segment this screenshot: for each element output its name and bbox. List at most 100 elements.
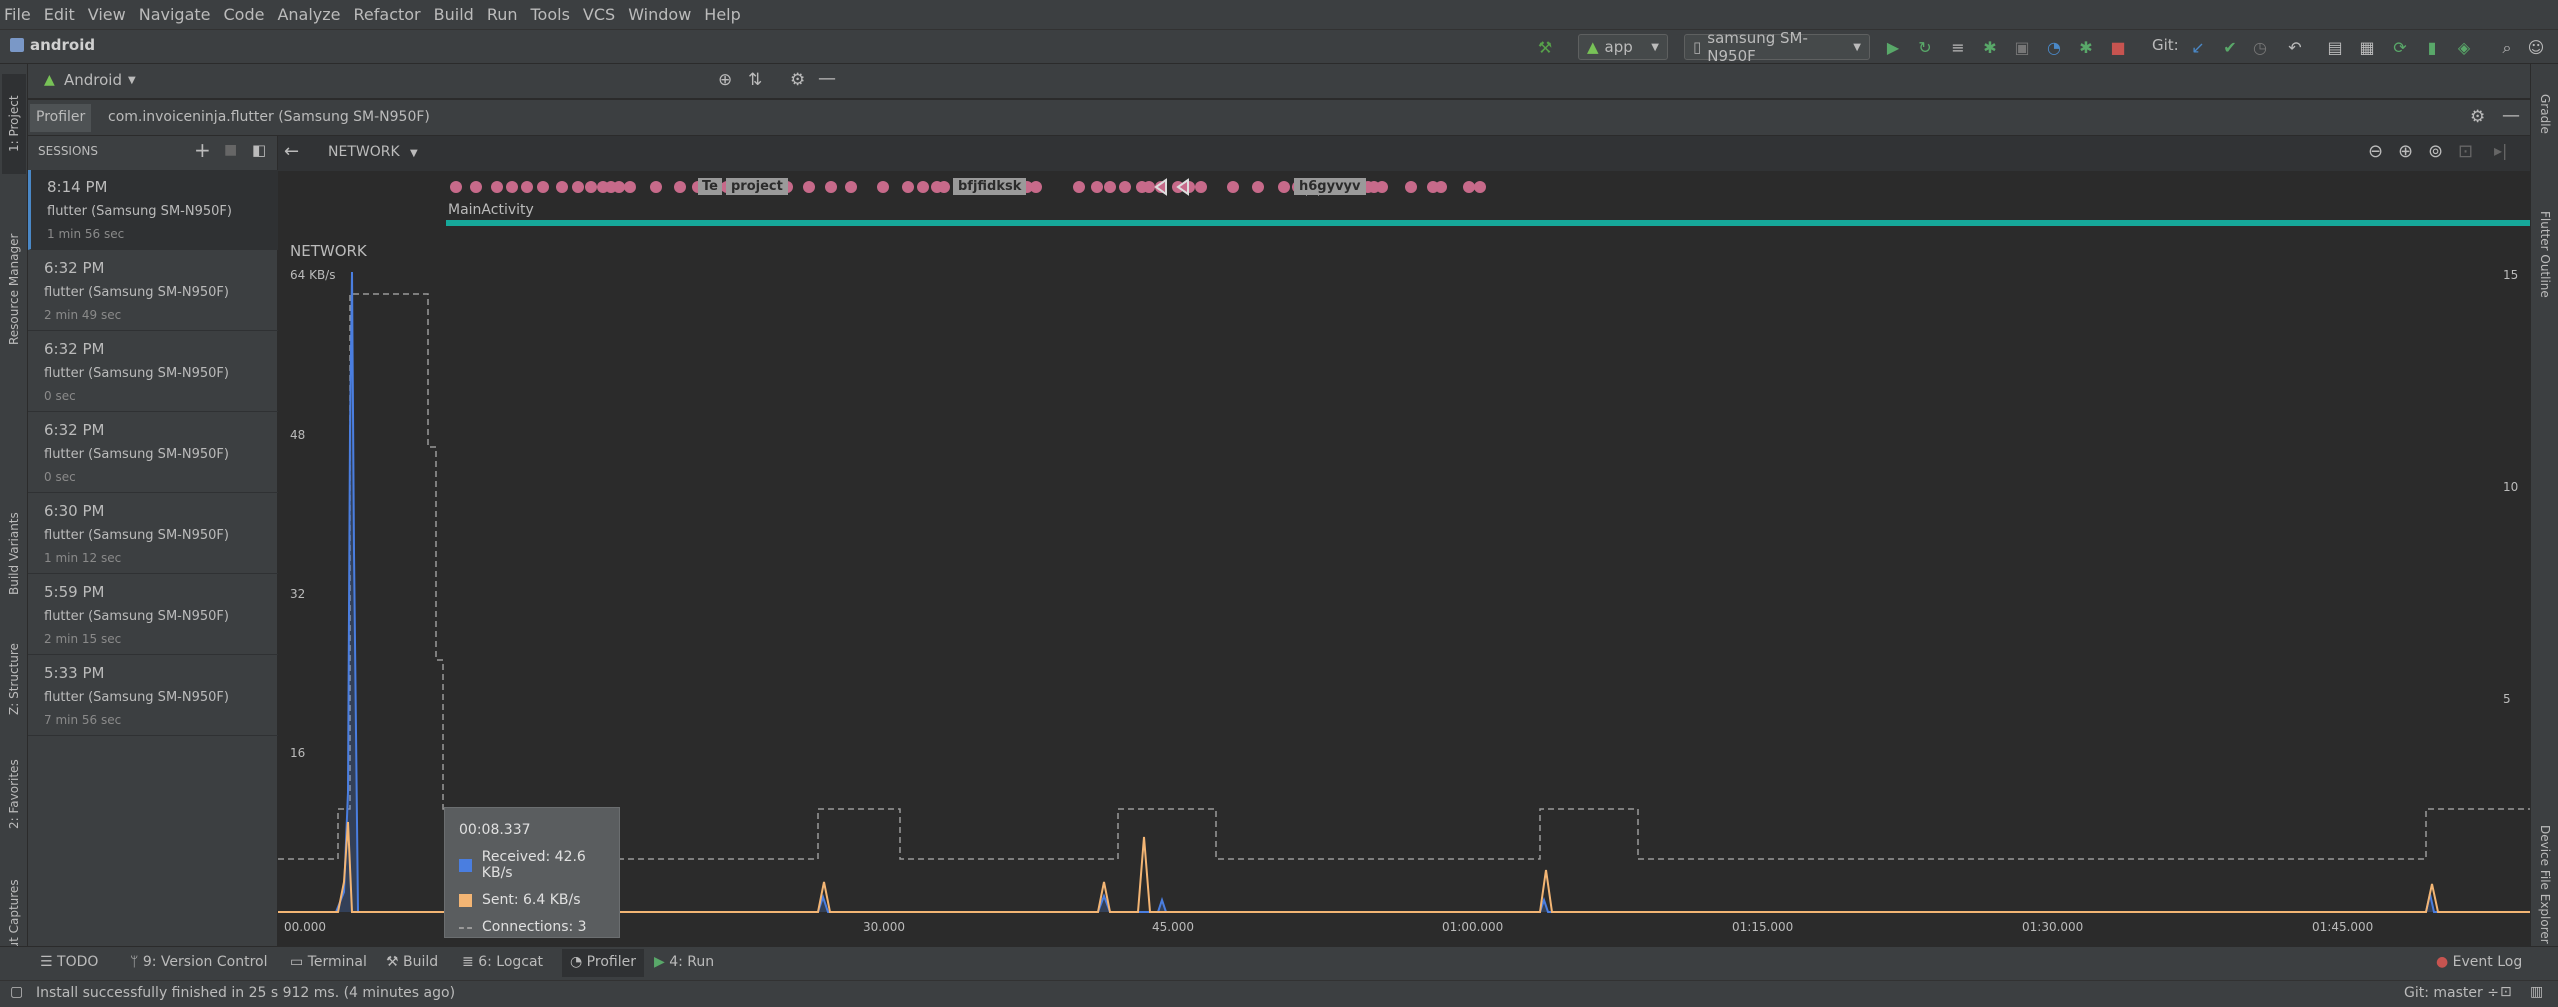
minimize-icon[interactable]: — bbox=[818, 68, 836, 89]
lock-icon[interactable]: ⊡ bbox=[2500, 984, 2512, 1000]
menu-edit[interactable]: Edit bbox=[44, 5, 75, 24]
apply-changes-icon[interactable]: ↻ bbox=[1915, 38, 1935, 58]
sdk-manager-icon[interactable]: ▦ bbox=[2357, 38, 2377, 58]
build-hammer-icon[interactable]: ⚒ bbox=[1535, 38, 1555, 58]
tab-build[interactable]: ⚒ Build bbox=[386, 954, 438, 970]
back-arrow-icon[interactable]: ← bbox=[284, 141, 299, 162]
attach-debugger-icon[interactable]: ✱ bbox=[2076, 38, 2096, 58]
status-message[interactable]: Install successfully finished in 25 s 91… bbox=[36, 985, 455, 1001]
search-icon[interactable]: ⌕ bbox=[2497, 38, 2517, 58]
android-icon: ▲ bbox=[44, 72, 55, 88]
tab-run[interactable]: ▶ 4: Run bbox=[654, 954, 714, 970]
session-device: flutter (Samsung SM-N950F) bbox=[44, 285, 229, 300]
tab-version-control[interactable]: ᛘ 9: Version Control bbox=[130, 954, 267, 970]
tab-event-log[interactable]: ● Event Log bbox=[2436, 954, 2522, 970]
tab-profiler[interactable]: Profiler bbox=[30, 104, 92, 132]
zoom-out-icon[interactable]: ⊖ bbox=[2368, 141, 2383, 162]
tab-process[interactable]: com.invoiceninja.flutter (Samsung SM-N95… bbox=[100, 104, 438, 132]
activity-label[interactable]: MainActivity bbox=[448, 202, 534, 218]
session-item[interactable]: 6:30 PM flutter (Samsung SM-N950F) 1 min… bbox=[28, 494, 278, 574]
git-update-icon[interactable]: ↙ bbox=[2188, 38, 2208, 58]
attach-icon[interactable]: ▣ bbox=[2012, 38, 2032, 58]
menu-view[interactable]: View bbox=[88, 5, 126, 24]
session-item[interactable]: 5:59 PM flutter (Samsung SM-N950F) 2 min… bbox=[28, 575, 278, 655]
session-item[interactable]: 6:32 PM flutter (Samsung SM-N950F) 0 sec bbox=[28, 413, 278, 493]
tab-resource-manager[interactable]: Resource Manager bbox=[2, 184, 26, 394]
git-commit-icon[interactable]: ✔ bbox=[2220, 38, 2240, 58]
stop-session-icon[interactable]: ■ bbox=[224, 142, 237, 158]
device-select[interactable]: ▯ samsung SM-N950F ▼ bbox=[1684, 29, 1870, 65]
tab-build-variants[interactable]: Build Variants bbox=[2, 494, 26, 614]
zoom-in-icon[interactable]: ⊕ bbox=[2398, 141, 2413, 162]
tab-terminal[interactable]: ▭ Terminal bbox=[290, 954, 367, 970]
menu-build[interactable]: Build bbox=[434, 5, 474, 24]
status-panel-icon[interactable]: ▢ bbox=[10, 984, 23, 1000]
debug-icon[interactable]: ✱ bbox=[1980, 38, 2000, 58]
tooltip-received-row: Received: 42.6 KB/s bbox=[459, 849, 619, 881]
project-view-selector[interactable]: Android bbox=[64, 71, 122, 89]
memory-icon[interactable]: ▥ bbox=[2530, 984, 2543, 1000]
chevron-down-icon: ▼ bbox=[1853, 41, 1861, 53]
session-item[interactable]: 8:14 PM flutter (Samsung SM-N950F) 1 min… bbox=[28, 170, 278, 250]
event-dot bbox=[902, 181, 914, 193]
reset-zoom-icon[interactable]: ⊚ bbox=[2428, 141, 2443, 162]
menu-file[interactable]: File bbox=[4, 5, 31, 24]
avd-manager-icon[interactable]: ▮ bbox=[2422, 38, 2442, 58]
network-toolbar: ← NETWORK ▼ ⊖ ⊕ ⊚ ⊡ ▸| bbox=[278, 136, 2530, 172]
menu-run[interactable]: Run bbox=[487, 5, 518, 24]
tab-todo[interactable]: ☰ TODO bbox=[40, 954, 98, 970]
menu-tools[interactable]: Tools bbox=[531, 5, 570, 24]
tab-profiler-bottom[interactable]: ◔ Profiler bbox=[562, 949, 644, 977]
go-live-icon[interactable]: ▸| bbox=[2494, 141, 2507, 160]
session-item[interactable]: 6:32 PM flutter (Samsung SM-N950F) 0 sec bbox=[28, 332, 278, 412]
menu-refactor[interactable]: Refactor bbox=[354, 5, 421, 24]
tab-logcat[interactable]: ≣ 6: Logcat bbox=[462, 954, 543, 970]
undo-icon[interactable]: ↶ bbox=[2285, 38, 2305, 58]
event-tag[interactable]: Te bbox=[698, 178, 722, 195]
profiler-selector[interactable]: NETWORK bbox=[328, 144, 400, 160]
minimize-icon[interactable]: — bbox=[2502, 105, 2520, 126]
tab-project[interactable]: 1: Project bbox=[2, 74, 26, 174]
profile-icon[interactable]: ◔ bbox=[2044, 38, 2064, 58]
session-item[interactable]: 6:32 PM flutter (Samsung SM-N950F) 2 min… bbox=[28, 251, 278, 331]
event-dot bbox=[1119, 181, 1131, 193]
sync-icon[interactable]: ⟳ bbox=[2390, 38, 2410, 58]
project-name[interactable]: android bbox=[30, 36, 95, 54]
collapse-icon[interactable]: ⇅ bbox=[748, 70, 762, 90]
gear-icon[interactable]: ⚙ bbox=[2470, 107, 2485, 127]
session-length: 2 min 15 sec bbox=[44, 632, 122, 646]
event-tag[interactable]: project bbox=[726, 178, 788, 195]
git-branch[interactable]: Git: master ÷ bbox=[2404, 985, 2499, 1001]
menu-navigate[interactable]: Navigate bbox=[139, 5, 211, 24]
coverage-icon[interactable]: ≡ bbox=[1948, 38, 1968, 58]
run-icon[interactable]: ▶ bbox=[1883, 38, 1903, 58]
add-session-icon[interactable]: + bbox=[194, 138, 211, 162]
project-structure-icon[interactable]: ▤ bbox=[2325, 38, 2345, 58]
gear-icon[interactable]: ⚙ bbox=[790, 70, 805, 90]
collapse-panel-icon[interactable]: ◧ bbox=[252, 141, 266, 159]
event-dot bbox=[1091, 181, 1103, 193]
stop-icon[interactable]: ■ bbox=[2108, 38, 2128, 58]
git-history-icon[interactable]: ◷ bbox=[2250, 38, 2270, 58]
locate-icon[interactable]: ⊕ bbox=[718, 70, 732, 90]
zoom-to-selection-icon[interactable]: ⊡ bbox=[2458, 141, 2473, 162]
menu-analyze[interactable]: Analyze bbox=[277, 5, 340, 24]
tab-gradle[interactable]: Gradle bbox=[2533, 74, 2557, 154]
event-tag[interactable]: h6gyvyv bbox=[1294, 178, 1366, 195]
event-tag[interactable]: bfjfidksk bbox=[953, 178, 1027, 195]
menu-help[interactable]: Help bbox=[704, 5, 740, 24]
session-item[interactable]: 5:33 PM flutter (Samsung SM-N950F) 7 min… bbox=[28, 656, 278, 736]
tab-favorites[interactable]: 2: Favorites bbox=[2, 744, 26, 844]
menu-code[interactable]: Code bbox=[224, 5, 265, 24]
tab-flutter-outline[interactable]: Flutter Outline bbox=[2533, 164, 2557, 344]
activity-bar[interactable] bbox=[446, 220, 2530, 226]
chevron-down-icon[interactable]: ▼ bbox=[128, 75, 136, 86]
menu-vcs[interactable]: VCS bbox=[583, 5, 615, 24]
tab-structure[interactable]: Z: Structure bbox=[2, 629, 26, 729]
avatar-icon[interactable]: ☺ bbox=[2526, 38, 2546, 58]
chevron-down-icon[interactable]: ▼ bbox=[410, 148, 418, 159]
flutter-inspector-icon[interactable]: ◈ bbox=[2454, 38, 2474, 58]
menu-window[interactable]: Window bbox=[628, 5, 691, 24]
event-dot bbox=[1405, 181, 1417, 193]
run-config-select[interactable]: ▲ app ▼ bbox=[1578, 34, 1668, 60]
